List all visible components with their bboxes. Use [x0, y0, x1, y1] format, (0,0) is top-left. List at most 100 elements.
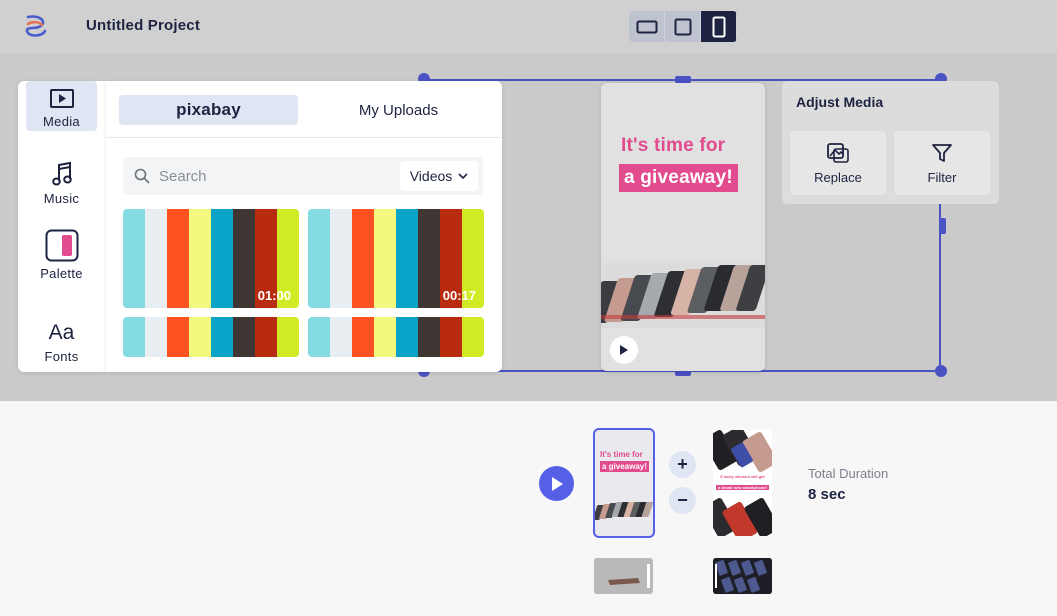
portrait-icon: [712, 16, 725, 37]
media-source-tabs: pixabay My Uploads: [106, 81, 502, 138]
search-icon: [134, 168, 150, 184]
add-duration-button[interactable]: +: [669, 451, 696, 478]
replace-button[interactable]: Replace: [790, 131, 886, 195]
remove-duration-button[interactable]: −: [669, 487, 696, 514]
media-panel: pixabay My Uploads Videos 01:00 00:17: [106, 81, 502, 372]
color-bar: [277, 317, 299, 357]
adjust-media-panel: Adjust Media Replace Filter: [782, 81, 999, 204]
color-bar: [352, 317, 374, 357]
phones-grid-strip-image: [713, 558, 772, 594]
color-bar: [330, 209, 352, 308]
color-bar: [211, 317, 233, 357]
resize-handle-bottom-right[interactable]: [935, 365, 947, 377]
color-bar: [145, 209, 167, 308]
sidebar-item-music[interactable]: Music: [26, 161, 97, 206]
color-bar: [330, 317, 352, 357]
slide-2-caption-1: 5 lucky winners will get: [716, 474, 769, 479]
replace-label: Replace: [814, 169, 862, 185]
color-bar: [418, 209, 440, 308]
filter-button[interactable]: Filter: [894, 131, 990, 195]
music-icon: [51, 161, 72, 186]
story-headline-line2[interactable]: a giveaway!: [619, 164, 738, 192]
color-bar: [396, 317, 418, 357]
search-bar: Videos: [123, 157, 483, 195]
sidebar-item-label: Music: [43, 191, 80, 206]
filter-label: Filter: [927, 169, 957, 185]
total-duration-value: 8 sec: [808, 486, 846, 503]
color-bar: [308, 209, 330, 308]
media-icon: [49, 89, 74, 108]
video-thumbnail[interactable]: [123, 317, 299, 357]
slide-2-media-strip[interactable]: [713, 558, 772, 594]
filter-icon: [932, 143, 952, 162]
fonts-icon: Aa: [48, 321, 75, 344]
slide-1-line2: a giveaway!: [600, 461, 649, 472]
color-bar: [418, 317, 440, 357]
replace-image-icon: [827, 142, 849, 163]
left-sidebar: Media Music Palette Aa Fonts: [18, 81, 106, 372]
sidebar-item-fonts[interactable]: Aa Fonts: [26, 321, 97, 364]
timeline-slide-1[interactable]: It's time for a giveaway!: [593, 428, 655, 538]
color-bar: [167, 317, 189, 357]
landscape-ratio-button[interactable]: [629, 11, 665, 42]
phones-strip-image: [594, 558, 653, 594]
story-play-button[interactable]: [610, 336, 638, 364]
video-duration: 00:17: [442, 288, 476, 303]
color-bar: [189, 317, 211, 357]
story-headline-line1[interactable]: It's time for: [621, 135, 725, 157]
timeline-play-button[interactable]: [539, 466, 574, 501]
color-bar: [462, 317, 484, 357]
video-thumbnail[interactable]: 01:00: [123, 209, 299, 308]
chevron-down-icon: [458, 172, 468, 179]
phones-thumbnail: [595, 502, 653, 520]
resize-handle-top[interactable]: [675, 76, 691, 83]
color-bar: [167, 209, 189, 308]
video-thumbnail[interactable]: 00:17: [308, 209, 484, 308]
top-bar: Untitled Project: [0, 0, 1057, 53]
video-duration: 01:00: [257, 288, 291, 303]
video-thumbnail[interactable]: [308, 317, 484, 357]
color-bar: [145, 317, 167, 357]
project-title[interactable]: Untitled Project: [86, 17, 200, 34]
phones-image: [601, 263, 765, 328]
color-bar: [189, 209, 211, 308]
slide-1-media-strip[interactable]: [594, 558, 653, 594]
color-bar: [352, 209, 374, 308]
sidebar-item-label: Palette: [40, 266, 83, 281]
tab-my-uploads[interactable]: My Uploads: [316, 95, 481, 125]
adjust-media-title: Adjust Media: [796, 94, 884, 110]
sidebar-item-label: Media: [43, 114, 80, 129]
timeline-slide-2[interactable]: 5 lucky winners will get a brand new sma…: [713, 430, 772, 536]
total-duration-label: Total Duration: [808, 466, 889, 481]
story-canvas[interactable]: It's time for a giveaway!: [601, 83, 765, 371]
color-bar: [123, 209, 145, 308]
color-bar: [233, 317, 255, 357]
media-type-value: Videos: [409, 168, 453, 184]
square-ratio-button[interactable]: [665, 11, 701, 42]
sidebar-item-media[interactable]: Media: [26, 81, 97, 131]
color-bar: [440, 317, 462, 357]
sidebar-item-palette[interactable]: Palette: [26, 229, 97, 281]
search-input[interactable]: [159, 157, 389, 195]
slide-2-caption-2: a brand new smartphone!: [716, 485, 769, 490]
color-bar: [123, 317, 145, 357]
play-icon: [551, 476, 563, 491]
portrait-ratio-button[interactable]: [701, 11, 737, 42]
square-icon: [674, 18, 691, 35]
app-logo-icon[interactable]: [22, 12, 50, 40]
tab-pixabay[interactable]: pixabay: [119, 95, 298, 125]
media-type-select[interactable]: Videos: [400, 161, 478, 191]
phones-flatlay-image: [713, 430, 772, 536]
color-bar: [211, 209, 233, 308]
slide-1-line1: It's time for: [600, 450, 643, 459]
color-bar: [255, 317, 277, 357]
color-bar: [308, 317, 330, 357]
palette-icon: [45, 229, 78, 262]
color-bar: [374, 209, 396, 308]
landscape-icon: [636, 20, 657, 33]
sidebar-item-label: Fonts: [44, 349, 79, 364]
aspect-ratio-toggle: [629, 11, 737, 42]
color-bar: [374, 317, 396, 357]
resize-handle-right[interactable]: [939, 218, 946, 234]
play-icon: [620, 345, 628, 355]
